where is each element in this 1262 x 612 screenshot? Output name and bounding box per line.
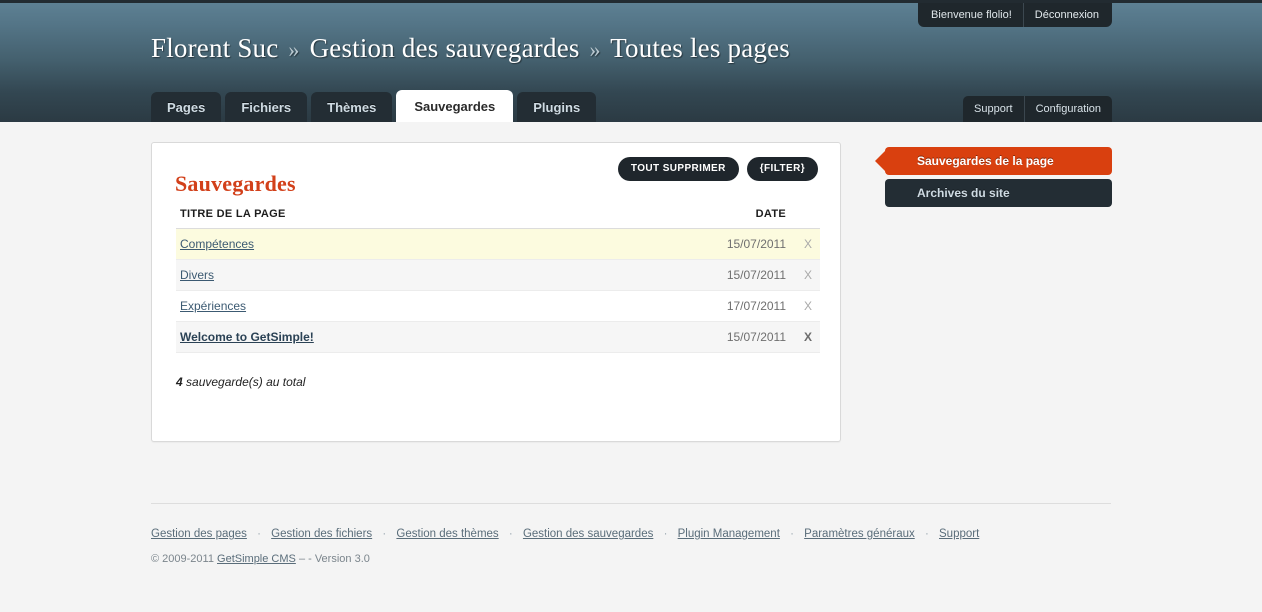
cell-delete: X bbox=[792, 228, 820, 260]
column-header-title: TITRE DE LA PAGE bbox=[176, 205, 587, 229]
copyright-prefix: © 2009-2011 bbox=[151, 553, 214, 565]
backup-link[interactable]: Expériences bbox=[180, 299, 246, 313]
cell-date: 15/07/2011 bbox=[586, 321, 792, 353]
content-area: Sauvegardes TOUT SUPPRIMER {FILTER} TITR… bbox=[0, 122, 1262, 612]
footer-copyright: © 2009-2011 GetSimple CMS – - Version 3.… bbox=[151, 553, 1111, 565]
cell-delete: X bbox=[792, 259, 820, 291]
footer-separator: · bbox=[790, 528, 794, 540]
table-row[interactable]: Compétences 15/07/2011 X bbox=[176, 228, 820, 260]
backups-panel: Sauvegardes TOUT SUPPRIMER {FILTER} TITR… bbox=[151, 142, 841, 442]
cell-date: 15/07/2011 bbox=[586, 259, 792, 291]
table-row[interactable]: Welcome to GetSimple! 15/07/2011 X bbox=[176, 321, 820, 353]
backup-link[interactable]: Compétences bbox=[180, 237, 254, 251]
cell-delete: X bbox=[792, 321, 820, 353]
table-header-row: TITRE DE LA PAGE DATE bbox=[176, 205, 820, 229]
cell-title: Divers bbox=[176, 259, 587, 291]
footer-separator: · bbox=[382, 528, 387, 540]
delete-row-icon[interactable]: X bbox=[804, 237, 812, 251]
delete-row-icon[interactable]: X bbox=[804, 268, 812, 282]
main-nav-tabs: Pages Fichiers Thèmes Sauvegardes Plugin… bbox=[151, 90, 597, 122]
footer-link-settings[interactable]: Paramètres généraux bbox=[804, 528, 915, 540]
column-header-delete bbox=[792, 205, 820, 229]
footer-link-support[interactable]: Support bbox=[939, 528, 979, 540]
tab-pages[interactable]: Pages bbox=[151, 92, 222, 122]
cell-title: Compétences bbox=[176, 228, 587, 260]
header-utility-buttons: Support Configuration bbox=[963, 96, 1112, 122]
cell-date: 17/07/2011 bbox=[586, 290, 792, 322]
page-footer: Gestion des pages · Gestion des fichiers… bbox=[151, 503, 1111, 565]
sidebar: Sauvegardes de la page Archives du site bbox=[875, 147, 1112, 211]
cell-title: Expériences bbox=[176, 290, 587, 322]
table-row[interactable]: Divers 15/07/2011 X bbox=[176, 259, 820, 291]
footer-link-files[interactable]: Gestion des fichiers bbox=[271, 528, 372, 540]
tab-fichiers[interactable]: Fichiers bbox=[225, 92, 308, 122]
breadcrumb-page: Toutes les pages bbox=[610, 33, 790, 63]
logout-link[interactable]: Déconnexion bbox=[1022, 3, 1110, 27]
total-count-text: 4 sauvegarde(s) au total bbox=[176, 375, 305, 389]
panel-title: Sauvegardes bbox=[175, 170, 296, 196]
footer-separator: · bbox=[924, 528, 929, 540]
footer-links: Gestion des pages · Gestion des fichiers… bbox=[151, 528, 1111, 540]
page-header: Bienvenue flolio! Déconnexion Florent Su… bbox=[0, 0, 1262, 122]
footer-separator: · bbox=[663, 528, 668, 540]
sidebar-item-page-backups[interactable]: Sauvegardes de la page bbox=[875, 147, 1112, 175]
breadcrumb-separator-2: » bbox=[589, 37, 601, 62]
filter-button[interactable]: {FILTER} bbox=[746, 157, 818, 181]
footer-divider bbox=[151, 503, 1111, 504]
footer-link-themes[interactable]: Gestion des thèmes bbox=[396, 528, 498, 540]
column-header-date: DATE bbox=[586, 205, 792, 229]
breadcrumb-section: Gestion des sauvegardes bbox=[309, 33, 580, 63]
table-row[interactable]: Expériences 17/07/2011 X bbox=[176, 290, 820, 322]
page-title: Florent Suc » Gestion des sauvegardes » … bbox=[151, 33, 790, 64]
footer-link-plugins[interactable]: Plugin Management bbox=[678, 528, 780, 540]
table-body: Compétences 15/07/2011 X Divers 15/07/20… bbox=[176, 228, 820, 353]
footer-separator: · bbox=[257, 528, 261, 540]
delete-row-icon[interactable]: X bbox=[804, 299, 812, 313]
getsimple-cms-link[interactable]: GetSimple CMS bbox=[217, 553, 296, 565]
footer-separator: · bbox=[508, 528, 513, 540]
table-head: TITRE DE LA PAGE DATE bbox=[176, 205, 820, 229]
panel-action-buttons: TOUT SUPPRIMER {FILTER} bbox=[617, 157, 818, 181]
welcome-bar: Bienvenue flolio! Déconnexion bbox=[918, 3, 1112, 27]
configuration-button[interactable]: Configuration bbox=[1023, 96, 1112, 122]
cell-delete: X bbox=[792, 290, 820, 322]
total-count-number: 4 bbox=[176, 375, 183, 389]
sidebar-item-site-archives[interactable]: Archives du site bbox=[885, 179, 1112, 207]
cell-title: Welcome to GetSimple! bbox=[176, 321, 587, 353]
backups-table: TITRE DE LA PAGE DATE Compétences 15/07/… bbox=[176, 205, 820, 353]
breadcrumb-separator: » bbox=[288, 37, 300, 62]
footer-link-pages[interactable]: Gestion des pages bbox=[151, 528, 247, 540]
copyright-version: – - Version 3.0 bbox=[298, 553, 370, 565]
tab-sauvegardes[interactable]: Sauvegardes bbox=[396, 90, 514, 122]
welcome-text: Bienvenue flolio! bbox=[931, 9, 1012, 21]
support-button[interactable]: Support bbox=[963, 96, 1024, 122]
tab-plugins[interactable]: Plugins bbox=[517, 92, 597, 122]
delete-all-button[interactable]: TOUT SUPPRIMER bbox=[617, 157, 739, 181]
backup-link[interactable]: Welcome to GetSimple! bbox=[180, 330, 314, 344]
total-count-suffix: sauvegarde(s) au total bbox=[186, 375, 306, 389]
cell-date: 15/07/2011 bbox=[586, 228, 792, 260]
delete-row-icon[interactable]: X bbox=[804, 330, 812, 344]
breadcrumb-site-name: Florent Suc bbox=[151, 33, 279, 63]
tab-themes[interactable]: Thèmes bbox=[311, 92, 393, 122]
footer-link-backups[interactable]: Gestion des sauvegardes bbox=[523, 528, 653, 540]
backup-link[interactable]: Divers bbox=[180, 268, 214, 282]
